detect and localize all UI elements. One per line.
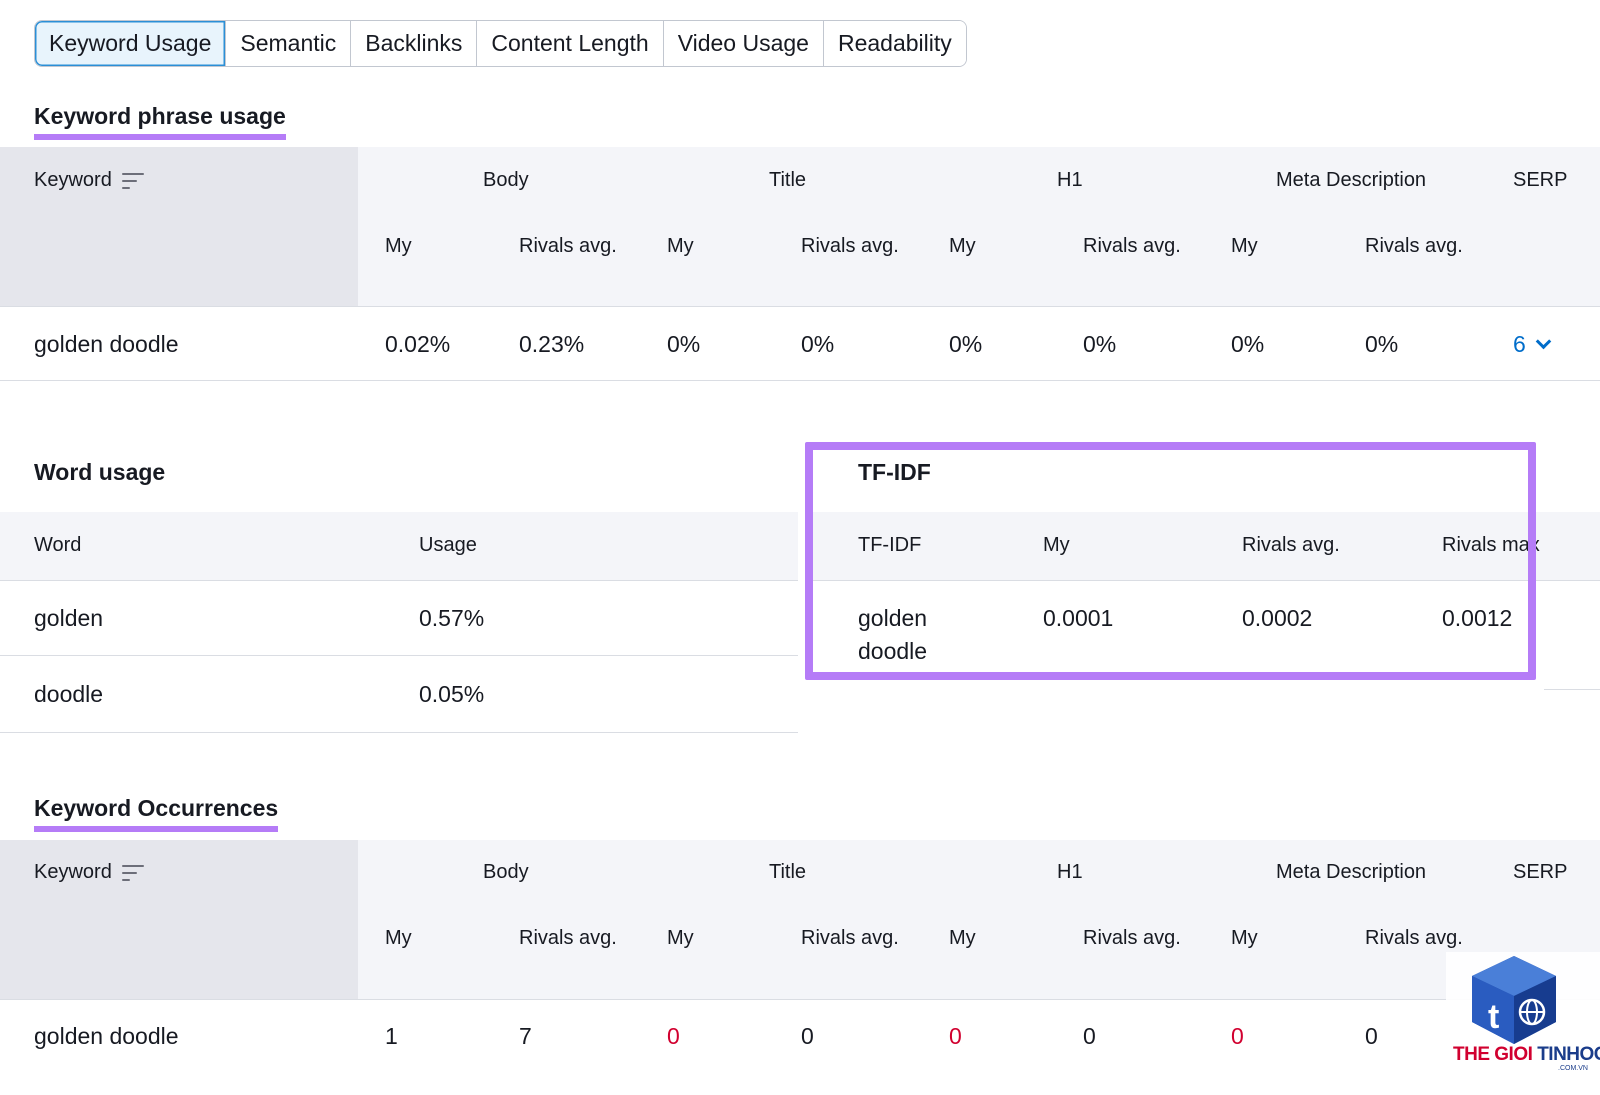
sub-my: My (1231, 927, 1258, 949)
keyword-cell: golden doodle (34, 1023, 179, 1049)
body-rivals-cell: 7 (519, 1023, 532, 1049)
keyword-header[interactable]: Keyword (34, 169, 144, 192)
meta-rivals-cell: 0% (1365, 331, 1399, 357)
word-cell: golden (34, 605, 104, 631)
keyword-occurrences-title: Keyword Occurrences (34, 795, 279, 832)
h1-rivals-cell: 0 (1083, 1023, 1096, 1049)
group-h1: H1 (1057, 861, 1083, 883)
sub-my: My (949, 927, 976, 949)
sort-icon[interactable] (121, 864, 144, 882)
tab-video-usage[interactable]: Video Usage (662, 21, 823, 66)
keyword-header[interactable]: Keyword (34, 861, 144, 884)
group-h1: H1 (1057, 169, 1083, 191)
group-serp: SERP (1513, 169, 1568, 191)
usage-header: Usage (419, 534, 477, 556)
h1-my-cell: 0% (949, 331, 983, 357)
tab-semantic[interactable]: Semantic (225, 21, 351, 66)
sub-rivals-avg: Rivals avg. (1083, 235, 1181, 257)
h1-rivals-cell: 0% (1083, 331, 1117, 357)
meta-rivals-cell: 0 (1365, 1023, 1378, 1049)
tab-readability[interactable]: Readability (822, 21, 966, 66)
usage-cell: 0.57% (419, 605, 485, 631)
group-serp: SERP (1513, 861, 1568, 883)
sub-my: My (385, 235, 412, 257)
sub-rivals-avg: Rivals avg. (801, 235, 899, 257)
sub-rivals-avg: Rivals avg. (1365, 235, 1463, 257)
title-my-cell: 0 (667, 1023, 680, 1049)
word-usage-title: Word usage (34, 459, 166, 485)
sub-my: My (385, 927, 412, 949)
title-rivals-cell: 0 (801, 1023, 814, 1049)
word-header: Word (34, 534, 82, 556)
group-meta-description: Meta Description (1276, 861, 1427, 883)
sub-rivals-avg: Rivals avg. (519, 927, 617, 949)
sub-rivals-avg: Rivals avg. (801, 927, 899, 949)
sub-my: My (667, 927, 694, 949)
sub-rivals-avg: Rivals avg. (1083, 927, 1181, 949)
tab-keyword-usage[interactable]: Keyword Usage (35, 21, 226, 66)
body-rivals-cell: 0.23% (519, 331, 585, 357)
title-rivals-cell: 0% (801, 331, 835, 357)
serp-expand-button[interactable]: 6 (1513, 331, 1552, 358)
tab-content-length[interactable]: Content Length (476, 21, 663, 66)
sub-rivals-avg: Rivals avg. (1365, 927, 1463, 949)
group-title: Title (769, 169, 807, 191)
group-body: Body (483, 861, 529, 883)
usage-cell: 0.05% (419, 681, 485, 707)
watermark-logo: t THE GIOI TINHOC .COM.VN (1446, 952, 1600, 1095)
keyword-cell: golden doodle (34, 331, 179, 357)
title-my-cell: 0% (667, 331, 701, 357)
h1-my-cell: 0 (949, 1023, 962, 1049)
word-usage-header-bg (0, 512, 798, 581)
sub-rivals-avg: Rivals avg. (519, 235, 617, 257)
keyword-phrase-usage-title: Keyword phrase usage (34, 103, 286, 140)
sub-my: My (949, 235, 976, 257)
group-meta-description: Meta Description (1276, 169, 1427, 191)
svg-text:t: t (1488, 998, 1499, 1036)
tab-backlinks[interactable]: Backlinks (350, 21, 477, 66)
sub-my: My (667, 235, 694, 257)
body-my-cell: 1 (385, 1023, 398, 1049)
cube-logo-icon: t (1472, 956, 1556, 1044)
sort-icon[interactable] (121, 172, 144, 190)
word-cell: doodle (34, 681, 104, 707)
tfidf-highlight-box (805, 442, 1536, 680)
group-title: Title (769, 861, 807, 883)
chevron-down-icon (1535, 333, 1552, 350)
body-my-cell: 0.02% (385, 331, 451, 357)
tab-bar: Keyword Usage Semantic Backlinks Content… (34, 20, 967, 67)
meta-my-cell: 0 (1231, 1023, 1244, 1049)
sub-my: My (1231, 235, 1258, 257)
group-body: Body (483, 169, 529, 191)
meta-my-cell: 0% (1231, 331, 1265, 357)
